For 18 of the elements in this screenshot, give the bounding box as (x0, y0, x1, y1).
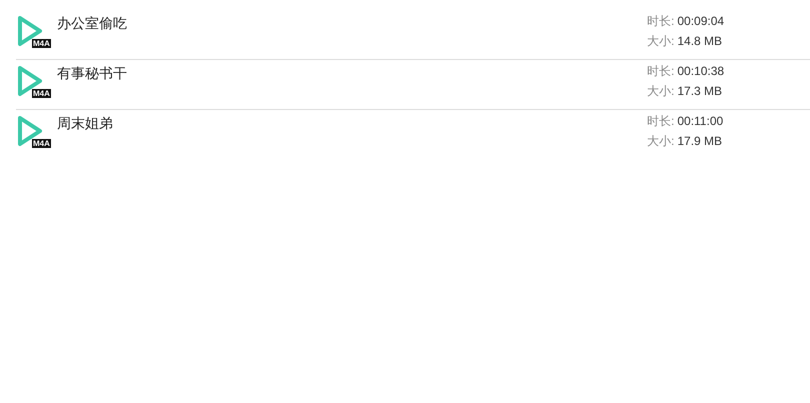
size-label: 大小: (647, 83, 674, 100)
size-value: 17.3 MB (677, 83, 722, 100)
size-label: 大小: (647, 133, 674, 150)
size-value: 17.9 MB (677, 133, 722, 150)
size-value: 14.8 MB (677, 33, 722, 50)
file-title[interactable]: 周末姐弟 (57, 113, 647, 134)
file-title[interactable]: 办公室偷吃 (57, 13, 647, 34)
file-title[interactable]: 有事秘书干 (57, 63, 647, 84)
duration-label: 时长: (647, 113, 674, 130)
duration-label: 时长: (647, 13, 674, 30)
format-badge: M4A (32, 139, 51, 148)
duration-value: 00:10:38 (677, 63, 724, 80)
format-badge: M4A (32, 39, 51, 48)
duration-label: 时长: (647, 63, 674, 80)
duration-value: 00:11:00 (677, 113, 724, 130)
format-badge: M4A (32, 89, 51, 98)
duration-value: 00:09:04 (677, 13, 724, 30)
size-label: 大小: (647, 33, 674, 50)
